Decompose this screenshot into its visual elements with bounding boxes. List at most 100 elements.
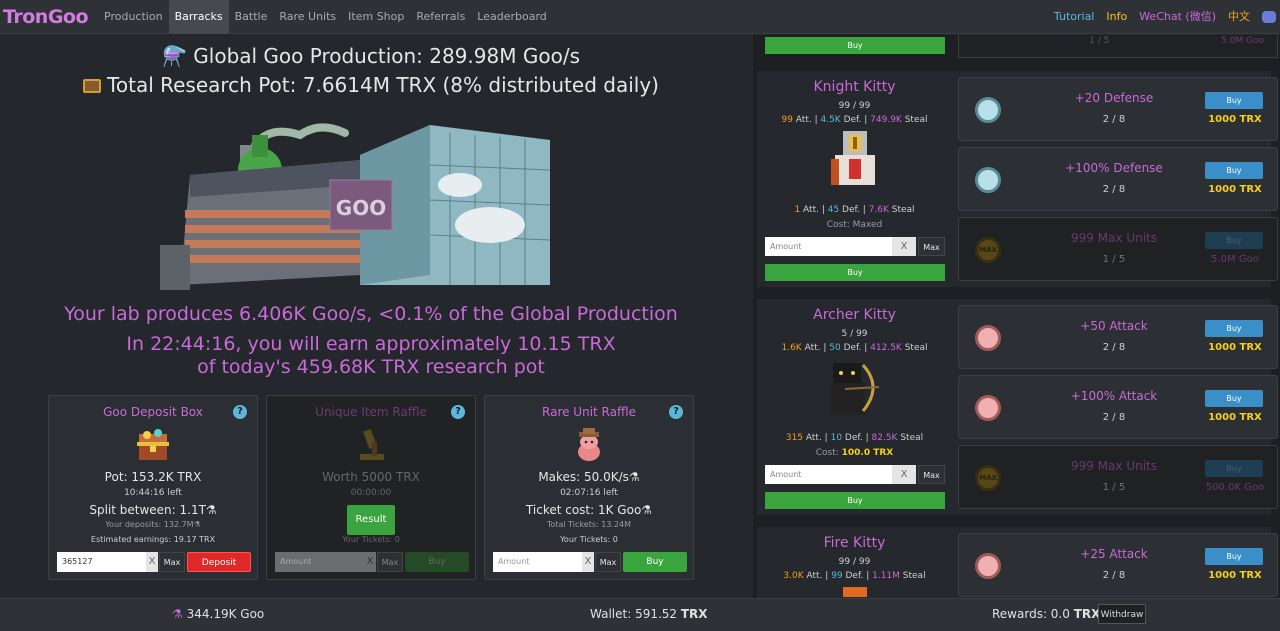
deposit-amount-input[interactable]: 365127 <box>57 552 146 572</box>
max-button[interactable]: Max <box>377 552 403 572</box>
deposit-button[interactable]: Deposit <box>187 552 251 572</box>
nav-rare-units[interactable]: Rare Units <box>273 0 342 34</box>
nav-production[interactable]: Production <box>98 0 169 34</box>
unit-cost: Cost: 100.0 TRX <box>815 448 894 458</box>
rewards-balance: Rewards: 0.0 TRX <box>992 607 1101 621</box>
buy-upgrade-button[interactable]: Buy <box>1205 460 1263 477</box>
unit-amount-input[interactable]: Amount <box>765 237 892 256</box>
upgrade-count: 2 / 8 <box>1102 570 1126 581</box>
discord-icon[interactable] <box>1262 11 1276 23</box>
unit-name: Knight Kitty <box>813 79 896 95</box>
nav-barracks[interactable]: Barracks <box>168 0 229 34</box>
buy-upgrade-button[interactable]: Buy <box>1205 162 1263 179</box>
research-pot-line: Total Research Pot: 7.6614M TRX (8% dist… <box>0 73 742 97</box>
upgrade-price: 1000 TRX <box>1208 184 1262 195</box>
upgrade-price: 500.0K Goo <box>1205 482 1265 493</box>
clear-button[interactable]: X <box>364 552 376 572</box>
status-bar: ⚗ 344.19K Goo Wallet: 591.52 TRX Rewards… <box>0 598 1280 631</box>
trongoo-logo[interactable]: TronGoo <box>0 6 98 28</box>
defense-gem-icon <box>975 97 1001 123</box>
max-button[interactable]: Max <box>159 552 185 572</box>
buy-upgrade-button[interactable]: Buy <box>1205 320 1263 337</box>
unit-per-stats: 1 Att. | 45 Def. | 7.6K Steal <box>794 205 915 215</box>
rare-total-tickets: Total Tickets: 13.24M <box>546 520 632 529</box>
global-production: ⚗️ Global Goo Production: 289.98M Goo/s <box>162 44 580 68</box>
max-button[interactable]: Max <box>595 552 621 572</box>
buy-unit-button[interactable]: Buy <box>765 264 945 281</box>
clear-button[interactable]: X <box>582 552 594 572</box>
help-icon[interactable]: ? <box>233 405 247 419</box>
buy-upgrade-button[interactable]: Buy <box>1205 92 1263 109</box>
archer-kitty-sprite <box>831 363 880 415</box>
goo-lab-factory-image: GOO <box>160 123 550 290</box>
nav-referrals[interactable]: Referrals <box>410 0 471 34</box>
attack-gem-icon <box>975 325 1001 351</box>
upgrade-title: +100% Attack <box>1070 389 1158 403</box>
deposit-split: Split between: 1.1T⚗ <box>89 503 217 517</box>
defense-gem-icon <box>975 167 1001 193</box>
upgrade-count: 1 / 5 <box>1102 254 1126 265</box>
upgrade-count: 2 / 8 <box>1102 342 1126 353</box>
upgrade-card-locked: MAX 999 Max Units 1 / 5 Buy 500.0K Goo <box>958 445 1278 509</box>
estimated-earnings: Estimated earnings: 19.17 TRX <box>90 535 216 544</box>
upgrade-count: 2 / 8 <box>1102 412 1126 423</box>
help-icon[interactable]: ? <box>669 405 683 419</box>
upgrade-price: 1000 TRX <box>1208 114 1262 125</box>
unit-card-fire-kitty: Fire Kitty 99 / 99 3.0K Att. | 99 Def. |… <box>757 527 1278 598</box>
buy-unit-button[interactable]: Buy <box>765 492 945 509</box>
withdraw-button[interactable]: Withdraw <box>1098 604 1146 624</box>
unit-count: 99 / 99 <box>838 101 871 111</box>
nav-battle[interactable]: Battle <box>229 0 274 34</box>
unit-total-stats: 3.0K Att. | 99 Def. | 1.11M Steal <box>783 571 926 581</box>
nav-language[interactable]: 中文 <box>1222 0 1256 34</box>
max-button[interactable]: Max <box>918 237 945 256</box>
raffle-amount-input[interactable]: Amount <box>275 552 364 572</box>
buy-button[interactable]: Buy <box>765 37 945 54</box>
nav-info[interactable]: Info <box>1100 0 1133 34</box>
unit-total-stats: 99 Att. | 4.5K Def. | 749.9K Steal <box>781 115 928 125</box>
unit-count: 5 / 99 <box>841 329 868 339</box>
goo-deposit-box: Goo Deposit Box ? Pot: 153.2K TRX 10:44:… <box>48 395 258 580</box>
clear-button[interactable]: X <box>892 237 916 256</box>
barracks-unit-list: Buy 1 / 5 5.0M Goo Knight Kitty 99 / 99 … <box>753 35 1280 598</box>
rare-amount-input[interactable]: Amount <box>493 552 582 572</box>
rare-makes: Makes: 50.0K/s⚗ <box>538 470 640 484</box>
upgrade-card: +20 Defense 2 / 8 Buy 1000 TRX <box>958 77 1278 141</box>
result-button[interactable]: Result <box>347 505 395 535</box>
nav-tutorial[interactable]: Tutorial <box>1048 0 1100 34</box>
buy-ticket-button[interactable]: Buy <box>623 552 687 572</box>
upgrade-price: 1000 TRX <box>1208 570 1262 581</box>
microscope-icon <box>360 429 384 460</box>
rare-unit-raffle-box: Rare Unit Raffle ? Makes: 50.0K/s⚗ 02:07… <box>484 395 694 580</box>
nav-leaderboard[interactable]: Leaderboard <box>471 0 552 34</box>
buy-ticket-button[interactable]: Buy <box>405 552 469 572</box>
production-panel: ⚗️ Global Goo Production: 289.98M Goo/s … <box>0 35 752 598</box>
help-icon[interactable]: ? <box>451 405 465 419</box>
clear-button[interactable]: X <box>892 465 916 484</box>
rare-raffle-title: Rare Unit Raffle <box>542 405 636 419</box>
raffle-time: 00:00:00 <box>350 488 392 498</box>
clear-button[interactable]: X <box>146 552 158 572</box>
unit-name: Archer Kitty <box>813 307 896 323</box>
deposit-time-left: 10:44:16 left <box>124 488 182 498</box>
unit-amount-input[interactable]: Amount <box>765 465 892 484</box>
upgrade-card: +25 Attack 2 / 8 Buy 1000 TRX <box>958 533 1278 597</box>
unit-count: 99 / 99 <box>838 557 871 567</box>
upgrade-card-locked: MAX 999 Max Units 1 / 5 Buy 5.0M Goo <box>958 217 1278 281</box>
upgrade-title: 999 Max Units <box>1070 231 1158 245</box>
unit-card-knight-kitty: Knight Kitty 99 / 99 99 Att. | 4.5K Def.… <box>757 71 1278 287</box>
nav-wechat[interactable]: WeChat (微信) <box>1133 0 1222 34</box>
nav-item-shop[interactable]: Item Shop <box>342 0 410 34</box>
attack-gem-icon <box>975 395 1001 421</box>
upgrade-title: +25 Attack <box>1080 547 1148 561</box>
unit-cost: Cost: Maxed <box>826 220 883 230</box>
fire-kitty-sprite <box>843 587 867 597</box>
flask-icon: ⚗ <box>172 607 183 621</box>
max-units-coin-icon: MAX <box>975 237 1001 263</box>
buy-upgrade-button[interactable]: Buy <box>1205 548 1263 565</box>
knight-kitty-sprite <box>831 131 875 185</box>
top-nav: TronGoo Production Barracks Battle Rare … <box>0 0 1280 34</box>
buy-upgrade-button[interactable]: Buy <box>1205 390 1263 407</box>
max-button[interactable]: Max <box>918 465 945 484</box>
buy-upgrade-button[interactable]: Buy <box>1205 232 1263 249</box>
